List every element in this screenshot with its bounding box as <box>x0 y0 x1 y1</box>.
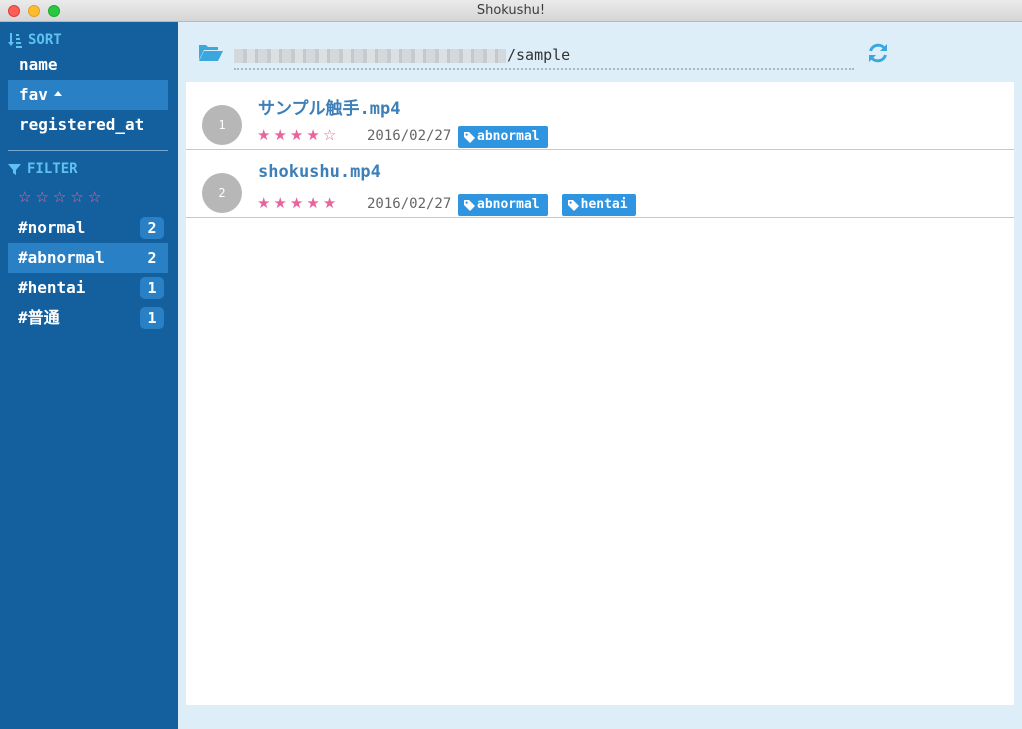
tag-count-badge: 2 <box>147 249 157 267</box>
folder-path-suffix: /sample <box>507 46 571 64</box>
star-filled-icon[interactable]: ★ <box>290 194 303 212</box>
path-bar: /sample <box>178 22 1022 82</box>
file-tag-label: abnormal <box>477 197 540 212</box>
star-filled-icon[interactable]: ★ <box>273 126 286 144</box>
star-outline-icon[interactable]: ☆ <box>18 187 31 207</box>
filter-heading: FILTER <box>8 161 78 177</box>
star-filled-icon[interactable]: ★ <box>257 194 270 212</box>
file-date: 2016/02/27 <box>367 128 452 144</box>
filter-tag-normal[interactable]: #normal 2 <box>8 213 168 243</box>
file-row[interactable]: 2 shokushu.mp4 ★ ★ ★ ★ ★ 2016/02/27 abno… <box>186 150 1014 218</box>
sort-item-label: registered_at <box>19 115 145 134</box>
filter-tag-label: #abnormal <box>18 248 105 267</box>
star-outline-icon[interactable]: ☆ <box>70 187 83 207</box>
tag-count-badge: 1 <box>140 307 164 329</box>
star-filled-icon[interactable]: ★ <box>257 126 270 144</box>
file-index-badge: 1 <box>202 105 242 145</box>
filter-icon <box>8 163 21 176</box>
file-date: 2016/02/27 <box>367 196 452 212</box>
file-index-badge: 2 <box>202 173 242 213</box>
file-tag[interactable]: abnormal <box>458 194 548 216</box>
sidebar: SORT name fav registered_at FILTER ☆ ☆ ☆… <box>0 22 178 729</box>
tag-icon <box>464 199 475 211</box>
file-tags: abnormal hentai <box>458 194 636 216</box>
window-title: Shokushu! <box>476 3 546 18</box>
file-rating: ★ ★ ★ ★ ☆ <box>257 126 336 144</box>
filter-tag-abnormal[interactable]: #abnormal 2 <box>8 243 168 273</box>
star-filled-icon[interactable]: ★ <box>290 126 303 144</box>
file-tag[interactable]: abnormal <box>458 126 548 148</box>
sort-by-name[interactable]: name <box>8 50 168 80</box>
tag-count-badge: 1 <box>140 277 164 299</box>
star-filled-icon[interactable]: ★ <box>306 126 319 144</box>
file-name[interactable]: shokushu.mp4 <box>258 162 381 182</box>
star-outline-icon[interactable]: ☆ <box>323 126 336 144</box>
filter-tag-hentai[interactable]: #hentai 1 <box>8 273 168 303</box>
sort-by-fav[interactable]: fav <box>8 80 168 110</box>
sort-heading-label: SORT <box>28 32 62 48</box>
star-outline-icon[interactable]: ☆ <box>35 187 48 207</box>
title-bar: Shokushu! <box>0 0 1022 22</box>
filter-tag-label: #hentai <box>18 278 86 297</box>
sort-item-label: name <box>19 55 58 74</box>
star-outline-icon[interactable]: ☆ <box>53 187 66 207</box>
star-filled-icon[interactable]: ★ <box>306 194 319 212</box>
file-tag-label: hentai <box>580 197 628 212</box>
file-rating: ★ ★ ★ ★ ★ <box>257 194 336 212</box>
redacted-path-segment <box>234 49 506 63</box>
star-outline-icon[interactable]: ☆ <box>88 187 101 207</box>
tag-count-badge: 2 <box>140 217 164 239</box>
filter-heading-label: FILTER <box>27 161 78 177</box>
sort-item-label: fav <box>19 85 48 104</box>
star-filled-icon[interactable]: ★ <box>323 194 336 212</box>
sidebar-divider <box>8 150 168 151</box>
filter-tag-futsuu[interactable]: #普通 1 <box>8 303 168 333</box>
star-filled-icon[interactable]: ★ <box>273 194 286 212</box>
tag-icon <box>464 131 475 143</box>
caret-up-icon <box>53 91 62 96</box>
refresh-icon[interactable] <box>866 41 890 69</box>
file-tag-label: abnormal <box>477 129 540 144</box>
filter-tag-label: #normal <box>18 218 86 237</box>
tag-icon <box>567 199 579 211</box>
sort-heading: SORT <box>8 32 62 48</box>
file-row[interactable]: 1 サンプル触手.mp4 ★ ★ ★ ★ ☆ 2016/02/27 abnorm… <box>186 82 1014 150</box>
star-rating-filter: ☆ ☆ ☆ ☆ ☆ <box>18 187 101 207</box>
folder-open-icon[interactable] <box>198 42 224 66</box>
filter-tag-label: #普通 <box>18 308 60 327</box>
file-list: 1 サンプル触手.mp4 ★ ★ ★ ★ ☆ 2016/02/27 abnorm… <box>186 82 1014 705</box>
file-tag[interactable]: hentai <box>561 194 636 216</box>
app-window: Shokushu! SORT name fav registered_at FI… <box>0 0 1022 729</box>
main-panel: /sample 1 サンプル触手.mp4 ★ ★ ★ ★ ☆ 2016/02/2… <box>178 22 1022 729</box>
file-name[interactable]: サンプル触手.mp4 <box>258 94 400 119</box>
sort-amount-icon <box>8 32 22 48</box>
sort-by-registered-at[interactable]: registered_at <box>8 110 168 140</box>
file-tags: abnormal <box>458 126 548 148</box>
